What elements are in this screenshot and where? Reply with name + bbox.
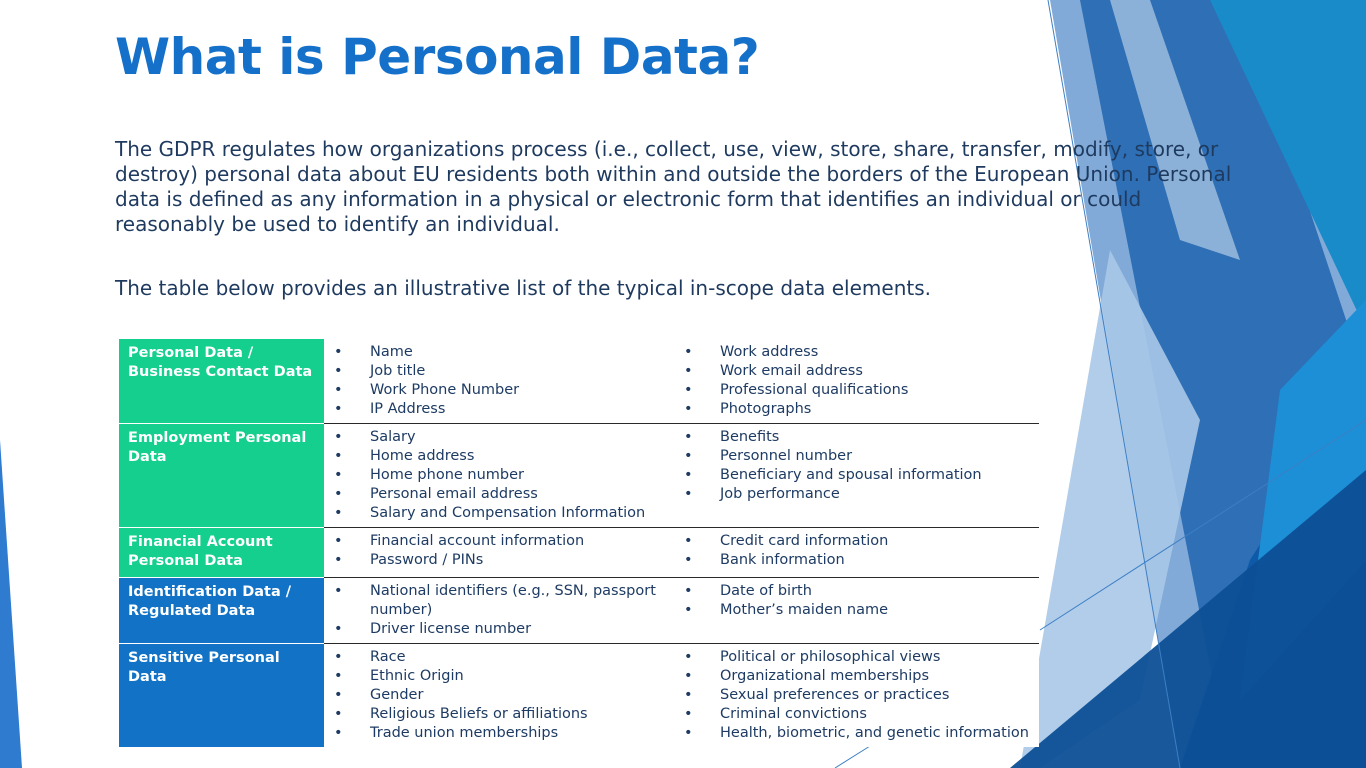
- list-item: Job title: [332, 362, 670, 381]
- examples-right-cell: Benefits Personnel number Beneficiary an…: [674, 423, 1039, 528]
- table-row: Identification Data / Regulated Data Nat…: [119, 577, 1039, 644]
- category-cell: Personal Data / Business Contact Data: [119, 339, 324, 424]
- bullet-list: Financial account information Password /…: [332, 532, 670, 570]
- bullet-list: Name Job title Work Phone Number IP Addr…: [332, 343, 670, 419]
- list-item: IP Address: [332, 400, 670, 419]
- examples-left-cell: Financial account information Password /…: [324, 527, 674, 578]
- examples-left-cell: National identifiers (e.g., SSN, passpor…: [324, 577, 674, 644]
- list-item: Criminal convictions: [682, 705, 1035, 724]
- examples-right-cell: Work address Work email address Professi…: [674, 339, 1039, 424]
- category-cell: Financial Account Personal Data: [119, 527, 324, 578]
- bullet-list: Race Ethnic Origin Gender Religious Beli…: [332, 648, 670, 743]
- list-item: Health, biometric, and genetic informati…: [682, 724, 1035, 743]
- list-item: Trade union memberships: [332, 724, 670, 743]
- list-item: Salary: [332, 428, 670, 447]
- list-item: Date of birth: [682, 582, 1035, 601]
- list-item: Political or philosophical views: [682, 648, 1035, 667]
- list-item: Home address: [332, 447, 670, 466]
- list-item: Professional qualifications: [682, 381, 1035, 400]
- list-item: Name: [332, 343, 670, 362]
- list-item: Credit card information: [682, 532, 1035, 551]
- list-item: Password / PINs: [332, 551, 670, 570]
- examples-right-cell: Credit card information Bank information: [674, 527, 1039, 578]
- list-item: Gender: [332, 686, 670, 705]
- list-item: Benefits: [682, 428, 1035, 447]
- table-intro-paragraph: The table below provides an illustrative…: [115, 276, 931, 300]
- category-cell: Sensitive Personal Data: [119, 643, 324, 747]
- examples-left-cell: Race Ethnic Origin Gender Religious Beli…: [324, 643, 674, 747]
- bullet-list: Salary Home address Home phone number Pe…: [332, 428, 670, 523]
- table-row: Financial Account Personal Data Financia…: [119, 527, 1039, 578]
- bullet-list: Credit card information Bank information: [682, 532, 1035, 570]
- list-item: Beneficiary and spousal information: [682, 466, 1035, 485]
- list-item: Photographs: [682, 400, 1035, 419]
- table-row: Sensitive Personal Data Race Ethnic Orig…: [119, 643, 1039, 747]
- list-item: Bank information: [682, 551, 1035, 570]
- bullet-list: National identifiers (e.g., SSN, passpor…: [332, 582, 670, 639]
- slide-title: What is Personal Data?: [115, 28, 760, 86]
- category-cell: Employment Personal Data: [119, 423, 324, 528]
- examples-left-cell: Salary Home address Home phone number Pe…: [324, 423, 674, 528]
- intro-paragraph: The GDPR regulates how organizations pro…: [115, 137, 1232, 236]
- bullet-list: Work address Work email address Professi…: [682, 343, 1035, 419]
- category-cell: Identification Data / Regulated Data: [119, 577, 324, 644]
- bullet-list: Political or philosophical views Organiz…: [682, 648, 1035, 743]
- bullet-list: Benefits Personnel number Beneficiary an…: [682, 428, 1035, 504]
- list-item: Race: [332, 648, 670, 667]
- list-item: Personal email address: [332, 485, 670, 504]
- list-item: Religious Beliefs or affiliations: [332, 705, 670, 724]
- list-item: Home phone number: [332, 466, 670, 485]
- list-item: National identifiers (e.g., SSN, passpor…: [332, 582, 670, 620]
- list-item: Personnel number: [682, 447, 1035, 466]
- table-row: Personal Data / Business Contact Data Na…: [119, 339, 1039, 424]
- examples-right-cell: Political or philosophical views Organiz…: [674, 643, 1039, 747]
- bullet-list: Date of birth Mother’s maiden name: [682, 582, 1035, 620]
- table-row: Employment Personal Data Salary Home add…: [119, 423, 1039, 528]
- list-item: Financial account information: [332, 532, 670, 551]
- personal-data-table: Personal Data / Business Contact Data Na…: [119, 339, 1039, 747]
- list-item: Job performance: [682, 485, 1035, 504]
- list-item: Work email address: [682, 362, 1035, 381]
- list-item: Work Phone Number: [332, 381, 670, 400]
- list-item: Work address: [682, 343, 1035, 362]
- list-item: Driver license number: [332, 620, 670, 639]
- list-item: Organizational memberships: [682, 667, 1035, 686]
- examples-left-cell: Name Job title Work Phone Number IP Addr…: [324, 339, 674, 424]
- list-item: Ethnic Origin: [332, 667, 670, 686]
- list-item: Salary and Compensation Information: [332, 504, 670, 523]
- list-item: Sexual preferences or practices: [682, 686, 1035, 705]
- examples-right-cell: Date of birth Mother’s maiden name: [674, 577, 1039, 644]
- list-item: Mother’s maiden name: [682, 601, 1035, 620]
